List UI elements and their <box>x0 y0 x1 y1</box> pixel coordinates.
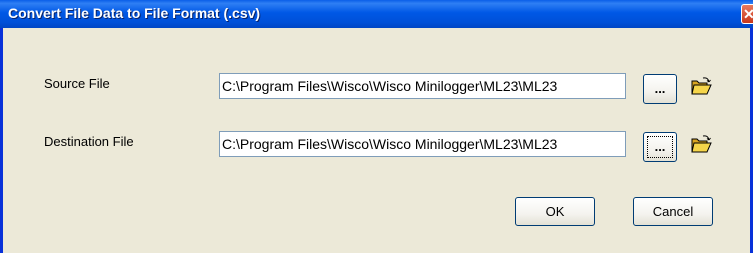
convert-dialog: Convert File Data to File Format (.csv) … <box>0 0 753 253</box>
source-open-folder-button[interactable] <box>687 72 717 102</box>
open-folder-icon <box>691 135 712 153</box>
source-browse-button[interactable]: ... <box>643 74 677 104</box>
destination-file-label: Destination File <box>44 134 134 149</box>
destination-file-input[interactable] <box>219 131 626 157</box>
open-folder-icon <box>691 77 712 95</box>
destination-open-folder-button[interactable] <box>687 130 717 160</box>
cancel-button[interactable]: Cancel <box>633 197 713 226</box>
source-file-input[interactable] <box>219 73 626 99</box>
close-button[interactable]: ✕ <box>741 4 753 24</box>
source-file-label: Source File <box>44 76 110 91</box>
title-bar[interactable]: Convert File Data to File Format (.csv) … <box>0 0 753 28</box>
close-icon: ✕ <box>743 6 753 22</box>
destination-browse-button[interactable]: ... <box>643 132 677 162</box>
window-title: Convert File Data to File Format (.csv) <box>8 5 261 21</box>
ok-button[interactable]: OK <box>515 197 595 226</box>
